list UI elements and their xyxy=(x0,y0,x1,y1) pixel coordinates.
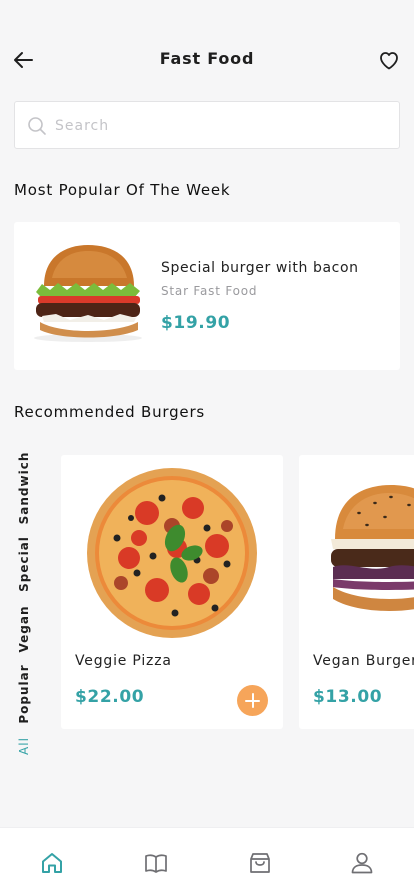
product-price: $22.00 xyxy=(75,687,145,707)
nav-profile[interactable] xyxy=(349,850,375,876)
category-rail: Sandwich Special Vegan Popular All xyxy=(0,450,48,770)
burger-image xyxy=(331,485,414,611)
add-to-cart-button[interactable] xyxy=(237,685,268,716)
category-tab-popular[interactable]: Popular xyxy=(17,664,31,723)
shopping-bag-icon xyxy=(250,853,270,873)
search-bar[interactable] xyxy=(14,101,400,149)
bottom-navigation xyxy=(0,828,414,896)
recommended-section-title: Recommended Burgers xyxy=(14,403,206,421)
page-title: Fast Food xyxy=(159,49,255,68)
popular-item-shop: Star Fast Food xyxy=(161,284,258,298)
favorite-button[interactable] xyxy=(377,48,401,72)
category-tab-special[interactable]: Special xyxy=(17,536,31,592)
product-name: Vegan Burger xyxy=(313,653,414,669)
popular-section-title: Most Popular Of The Week xyxy=(14,181,231,199)
heart-icon xyxy=(380,52,398,70)
category-tab-sandwich[interactable]: Sandwich xyxy=(17,452,31,525)
category-tab-vegan[interactable]: Vegan xyxy=(17,606,31,653)
search-input[interactable] xyxy=(55,112,385,140)
nav-menu[interactable] xyxy=(143,850,169,876)
popular-item-name: Special burger with bacon xyxy=(161,260,359,276)
nav-cart[interactable] xyxy=(247,850,273,876)
search-icon xyxy=(28,117,46,135)
popular-item-price: $19.90 xyxy=(161,313,231,333)
top-app-bar: Fast Food xyxy=(0,40,414,80)
product-card-veggie-pizza[interactable]: Veggie Pizza $22.00 xyxy=(61,455,283,729)
pizza-image xyxy=(87,468,257,638)
category-tab-all[interactable]: All xyxy=(17,737,31,755)
product-card-vegan-burger[interactable]: Vegan Burger $13.00 xyxy=(299,455,414,729)
product-name: Veggie Pizza xyxy=(75,653,172,669)
nav-home[interactable] xyxy=(39,850,65,876)
book-icon xyxy=(145,854,167,873)
product-price: $13.00 xyxy=(313,687,383,707)
user-icon xyxy=(351,852,373,874)
popular-item-card[interactable]: Special burger with bacon Star Fast Food… xyxy=(14,222,400,370)
home-icon xyxy=(42,853,62,873)
burger-image xyxy=(34,245,142,342)
